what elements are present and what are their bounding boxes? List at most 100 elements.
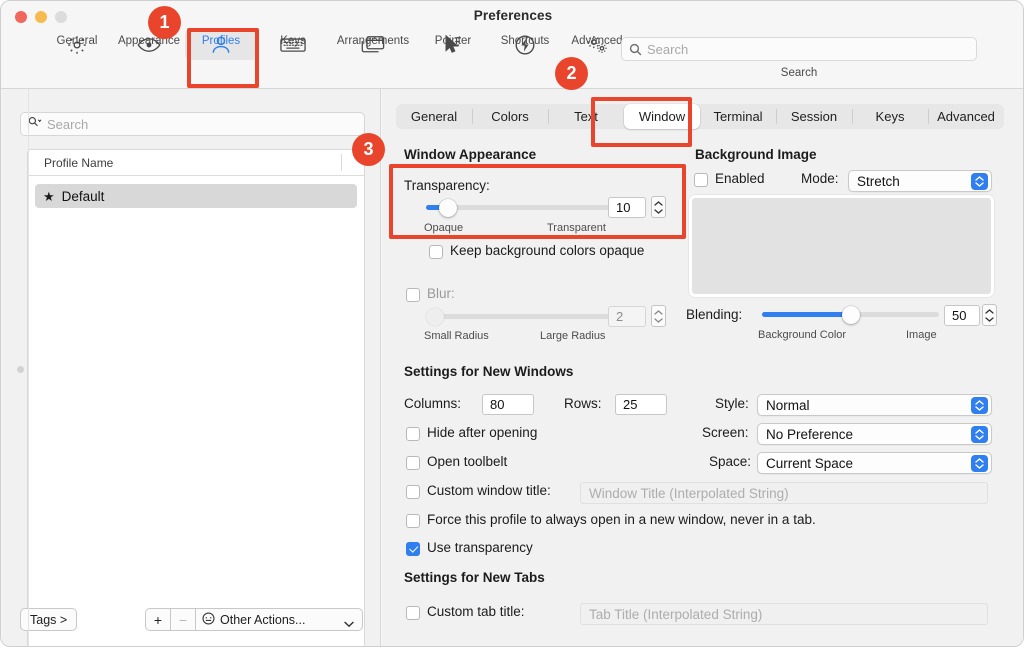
blur-checkbox[interactable]: [406, 288, 420, 302]
screen-label: Screen:: [702, 425, 749, 440]
tab-label: Window: [638, 109, 686, 124]
sidebar-bottom-bar: Tags > + − Other Actions...: [2, 599, 381, 646]
slider-thumb[interactable]: [439, 199, 457, 217]
tab-keys[interactable]: Keys: [852, 104, 928, 129]
profile-search-input[interactable]: Search: [20, 112, 365, 136]
stepper-down-icon[interactable]: [985, 316, 994, 322]
slider-fill: [762, 312, 850, 317]
star-icon: ★: [43, 188, 55, 204]
blur-stepper[interactable]: [651, 305, 666, 327]
background-image-enabled-checkbox[interactable]: [694, 173, 708, 187]
profile-list-row-default[interactable]: ★ Default: [35, 184, 357, 208]
style-value: Normal: [766, 397, 810, 413]
blending-max-label: Image: [906, 329, 937, 341]
toolbar-item-pointer[interactable]: Pointer: [417, 29, 489, 60]
force-new-window-label: Force this profile to always open in a n…: [427, 512, 816, 527]
toolbar-item-arrangements[interactable]: Arrangements: [329, 29, 417, 60]
background-image-mode-value: Stretch: [857, 173, 900, 189]
tab-colors[interactable]: Colors: [472, 104, 548, 129]
toolbar-item-keys[interactable]: Keys: [257, 29, 329, 60]
screen-select[interactable]: No Preference: [757, 423, 992, 445]
section-title-background-image: Background Image: [695, 147, 817, 162]
tab-advanced[interactable]: Advanced: [928, 104, 1004, 129]
transparency-stepper[interactable]: [651, 196, 666, 218]
tab-label: Text: [574, 109, 598, 124]
tab-general[interactable]: General: [396, 104, 472, 129]
profile-list-header: Profile Name: [28, 150, 364, 176]
sidebar-resize-divider[interactable]: [28, 89, 29, 646]
keep-background-colors-opaque-checkbox[interactable]: [429, 245, 443, 259]
profile-name: Default: [61, 188, 105, 204]
tab-label: Advanced: [937, 109, 995, 124]
force-new-window-checkbox[interactable]: [406, 514, 420, 528]
space-value: Current Space: [766, 455, 854, 471]
toolbar-item-profiles[interactable]: Profiles: [185, 29, 257, 60]
profile-settings-panel: General Colors Text Window Terminal Sess…: [382, 89, 1023, 646]
tab-text[interactable]: Text: [548, 104, 624, 129]
transparency-value-field[interactable]: 10: [608, 197, 646, 218]
custom-window-title-field[interactable]: Window Title (Interpolated String): [580, 482, 988, 504]
tab-terminal[interactable]: Terminal: [700, 104, 776, 129]
screen-value: No Preference: [766, 426, 854, 442]
transparency-label: Transparency:: [404, 178, 490, 193]
add-profile-label: +: [153, 611, 163, 628]
hide-after-opening-label: Hide after opening: [427, 425, 538, 440]
hide-after-opening-checkbox[interactable]: [406, 427, 420, 441]
open-toolbelt-checkbox[interactable]: [406, 456, 420, 470]
blur-max-label: Large Radius: [540, 330, 606, 342]
rows-field[interactable]: 25: [615, 394, 667, 415]
transparency-slider[interactable]: [426, 199, 638, 217]
custom-tab-title-checkbox[interactable]: [406, 606, 420, 620]
rows-label: Rows:: [564, 396, 602, 411]
remove-profile-label: −: [178, 611, 188, 628]
toolbar-item-label: Profiles: [201, 35, 241, 47]
blur-label: Blur:: [427, 286, 455, 301]
search-icon: [28, 115, 42, 133]
toolbar-item-general[interactable]: General: [41, 29, 113, 60]
columns-label: Columns:: [404, 396, 462, 411]
custom-tab-title-field[interactable]: Tab Title (Interpolated String): [580, 603, 988, 625]
stepper-up-icon[interactable]: [654, 309, 663, 315]
columns-field[interactable]: 80: [482, 394, 534, 415]
space-select[interactable]: Current Space: [757, 452, 992, 474]
use-transparency-checkbox[interactable]: [406, 542, 420, 556]
blending-value-field[interactable]: 50: [944, 305, 980, 326]
search-input[interactable]: Search: [621, 37, 977, 61]
profile-actions-segmented: + − Other Actions...: [145, 608, 363, 631]
profile-list[interactable]: Profile Name ★ Default: [27, 149, 365, 646]
stepper-down-icon[interactable]: [654, 317, 663, 323]
background-image-preview[interactable]: [689, 195, 994, 297]
transparency-max-label: Transparent: [547, 222, 606, 234]
add-profile-button[interactable]: +: [145, 608, 170, 631]
column-header-profile-name: Profile Name: [44, 155, 114, 170]
blur-slider[interactable]: [426, 308, 638, 326]
stepper-down-icon[interactable]: [654, 208, 663, 214]
slider-thumb[interactable]: [842, 306, 860, 324]
use-transparency-label: Use transparency: [427, 540, 533, 555]
tab-label: Terminal: [713, 109, 763, 124]
style-label: Style:: [715, 396, 749, 411]
blending-stepper[interactable]: [982, 304, 997, 326]
tab-label: General: [410, 109, 458, 124]
style-select[interactable]: Normal: [757, 394, 992, 416]
stepper-up-icon[interactable]: [985, 308, 994, 314]
background-image-mode-select[interactable]: Stretch: [848, 170, 992, 192]
blending-min-label: Background Color: [758, 329, 847, 341]
remove-profile-button[interactable]: −: [170, 608, 195, 631]
tab-window[interactable]: Window: [624, 104, 700, 129]
other-actions-menu[interactable]: Other Actions...: [195, 608, 363, 631]
blending-slider[interactable]: [762, 306, 939, 324]
preferences-window: Preferences General Appearance Profiles …: [0, 0, 1024, 647]
custom-window-title-checkbox[interactable]: [406, 485, 420, 499]
blur-min-label: Small Radius: [424, 330, 489, 342]
slider-thumb[interactable]: [426, 308, 444, 326]
column-divider[interactable]: [341, 154, 342, 171]
tab-session[interactable]: Session: [776, 104, 852, 129]
blur-value-field[interactable]: 2: [608, 306, 646, 327]
toolbar-item-label: Shortcuts: [500, 35, 550, 47]
other-actions-label: Other Actions...: [220, 612, 306, 627]
stepper-up-icon[interactable]: [654, 200, 663, 206]
annotation-badge-2: 2: [555, 57, 588, 90]
sidebar-resize-handle[interactable]: [17, 366, 24, 373]
toolbar-item-shortcuts[interactable]: Shortcuts: [489, 29, 561, 60]
